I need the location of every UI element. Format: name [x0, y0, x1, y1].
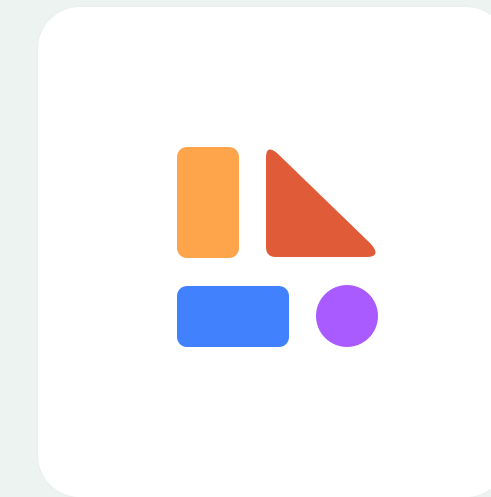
blue-rect-shape	[177, 286, 289, 347]
orange-rect-shape	[177, 147, 239, 258]
app-logo-icon	[177, 147, 378, 347]
purple-circle-shape	[316, 285, 378, 347]
red-triangle-shape	[266, 149, 376, 257]
